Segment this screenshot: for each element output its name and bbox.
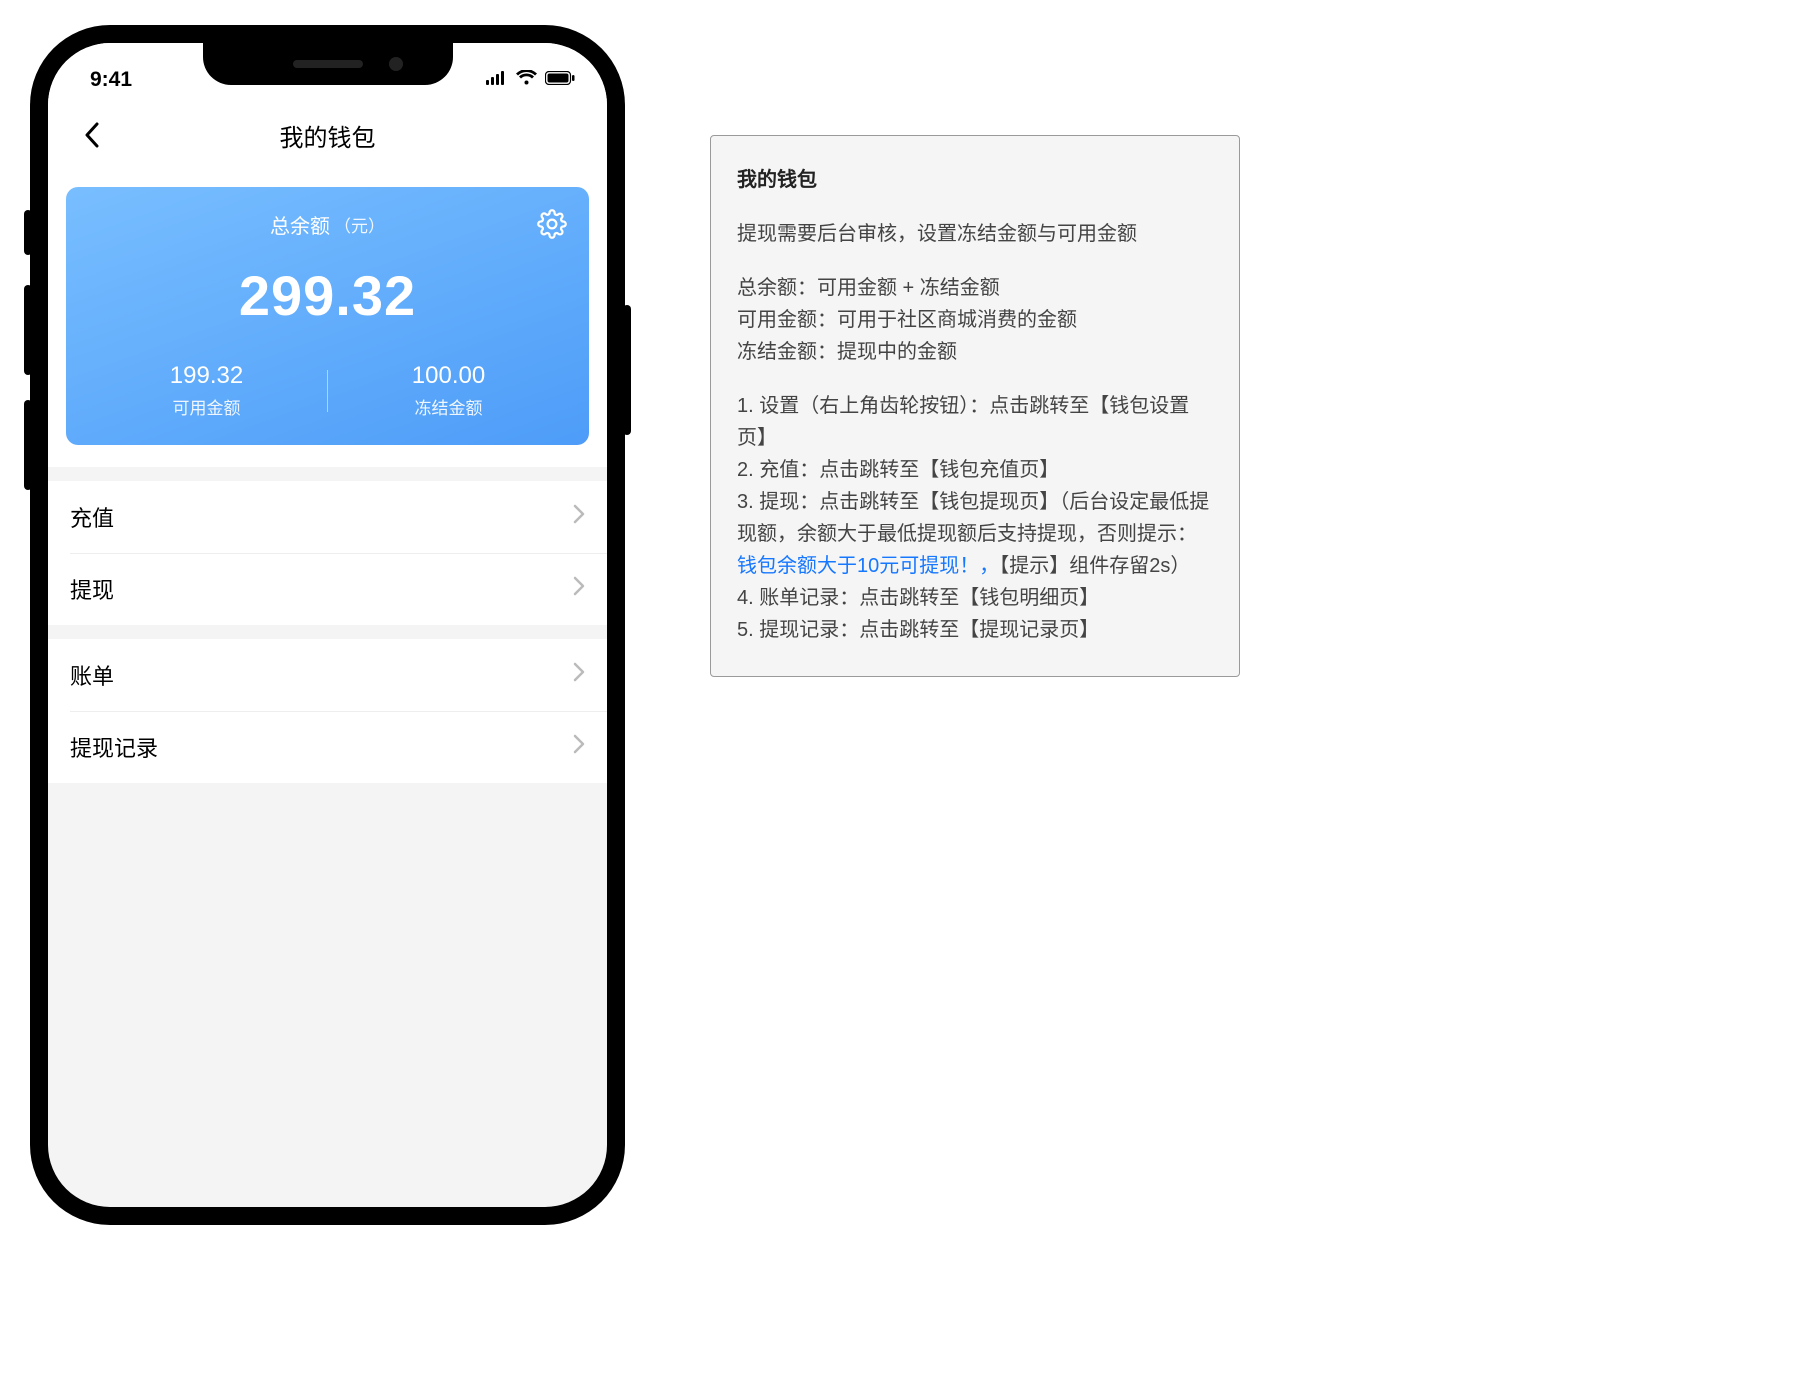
chevron-right-icon — [573, 504, 585, 530]
frozen-value: 100.00 — [328, 362, 569, 390]
spec-title: 我的钱包 — [737, 164, 1213, 196]
status-time: 9:41 — [90, 68, 132, 92]
gear-icon — [537, 209, 567, 239]
menu-label: 充值 — [70, 501, 114, 533]
signal-icon — [486, 71, 508, 90]
menu-label: 账单 — [70, 659, 114, 691]
spec-def: 可用金额：可用于社区商城消费的金额 — [737, 304, 1213, 336]
menu-label: 提现记录 — [70, 731, 158, 763]
spec-item: 4. 账单记录：点击跳转至【钱包明细页】 — [737, 582, 1213, 614]
nav-bar: 我的钱包 — [48, 101, 607, 169]
balance-card: 总余额 （元） 299.32 199.32 — [66, 187, 589, 445]
menu-label: 提现 — [70, 573, 114, 605]
chevron-right-icon — [573, 662, 585, 688]
spec-def: 冻结金额：提现中的金额 — [737, 336, 1213, 368]
spec-text: 3. 提现：点击跳转至【钱包提现页】（后台设定最低提现额，余额大于最低提现额后支… — [737, 491, 1209, 545]
spec-panel: 我的钱包 提现需要后台审核，设置冻结金额与可用金额 总余额：可用金额 + 冻结金… — [710, 135, 1240, 677]
spec-item: 3. 提现：点击跳转至【钱包提现页】（后台设定最低提现额，余额大于最低提现额后支… — [737, 486, 1213, 582]
spec-item: 2. 充值：点击跳转至【钱包充值页】 — [737, 454, 1213, 486]
available-label: 可用金额 — [86, 394, 327, 419]
chevron-left-icon — [84, 122, 100, 148]
frozen-label: 冻结金额 — [328, 394, 569, 419]
chevron-right-icon — [573, 576, 585, 602]
settings-button[interactable] — [537, 209, 569, 241]
wifi-icon — [516, 70, 537, 90]
spec-link-text: 钱包余额大于10元可提现！， — [737, 555, 999, 577]
spec-text: 【提示】组件存留2s） — [999, 555, 1190, 577]
page-title: 我的钱包 — [280, 118, 376, 153]
menu-item-bill[interactable]: 账单 — [48, 639, 607, 711]
back-button[interactable] — [72, 115, 112, 155]
balance-total: 299.32 — [86, 263, 569, 328]
balance-title: 总余额 — [270, 210, 330, 239]
spec-item: 1. 设置（右上角齿轮按钮）：点击跳转至【钱包设置页】 — [737, 390, 1213, 454]
spec-def: 总余额：可用金额 + 冻结金额 — [737, 272, 1213, 304]
spec-intro: 提现需要后台审核，设置冻结金额与可用金额 — [737, 218, 1213, 250]
spec-list: 1. 设置（右上角齿轮按钮）：点击跳转至【钱包设置页】 2. 充值：点击跳转至【… — [737, 390, 1213, 646]
menu-item-recharge[interactable]: 充值 — [48, 481, 607, 553]
available-balance: 199.32 可用金额 — [86, 362, 327, 419]
menu-item-withdraw-history[interactable]: 提现记录 — [48, 711, 607, 783]
battery-icon — [545, 71, 575, 90]
menu-item-withdraw[interactable]: 提现 — [48, 553, 607, 625]
phone-notch — [203, 43, 453, 85]
phone-mockup: 9:41 我的钱包 — [30, 25, 625, 1225]
spec-item: 5. 提现记录：点击跳转至【提现记录页】 — [737, 614, 1213, 646]
frozen-balance: 100.00 冻结金额 — [328, 362, 569, 419]
menu-group: 账单 提现记录 — [48, 639, 607, 783]
menu-group: 充值 提现 — [48, 481, 607, 625]
available-value: 199.32 — [86, 362, 327, 390]
spec-definitions: 总余额：可用金额 + 冻结金额 可用金额：可用于社区商城消费的金额 冻结金额：提… — [737, 272, 1213, 368]
chevron-right-icon — [573, 734, 585, 760]
balance-unit: （元） — [334, 212, 385, 237]
